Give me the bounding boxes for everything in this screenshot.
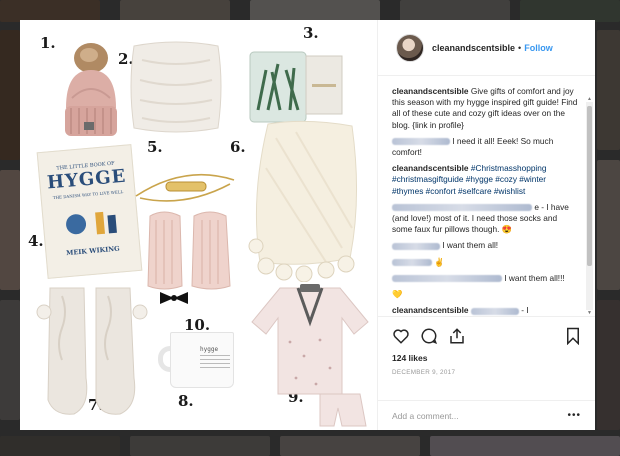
- comment-author[interactable]: cleanandscentsible: [392, 86, 469, 96]
- item-number-5: 5.: [147, 138, 163, 156]
- username-link[interactable]: cleanandscentsible: [432, 43, 515, 53]
- item-number-10: 10.: [184, 316, 211, 334]
- comment-icon[interactable]: [420, 327, 438, 345]
- action-icons: [392, 325, 581, 347]
- separator-dot: •: [518, 42, 522, 53]
- scrollbar-thumb[interactable]: [587, 106, 592, 266]
- pajama-set: [251, 284, 369, 427]
- post-details-panel: cleanandscentsible • Follow cleanandscen…: [377, 20, 595, 430]
- comment: 💛: [392, 289, 579, 300]
- comment-text: - I: [521, 305, 529, 316]
- post-actions: 124 likes DECEMBER 9, 2017: [378, 316, 595, 400]
- add-comment-input[interactable]: Add a comment...: [392, 411, 567, 421]
- redacted-username: [392, 275, 502, 283]
- comment: I need it all! Eeek! So much comfort!: [392, 136, 579, 158]
- post-modal: 1. 2. 3. 4. THE LITTLE BOOK OF HYGGE THE…: [20, 20, 595, 430]
- scroll-up-icon[interactable]: ▲: [586, 96, 593, 102]
- cable-knit-socks: [36, 287, 148, 415]
- post-header: cleanandscentsible • Follow: [378, 20, 595, 76]
- comment: e - I have (and love!) most of it. I nee…: [392, 202, 579, 236]
- comment: cleanandscentsible #Christmasshopping #c…: [392, 163, 579, 197]
- thymes-candle: [249, 51, 343, 123]
- comment: ✌️: [392, 257, 579, 268]
- comment-author[interactable]: cleanandscentsible: [392, 163, 469, 173]
- book-author: MEIK WIKING: [65, 244, 121, 258]
- knit-gloves: [147, 211, 231, 304]
- more-options-button[interactable]: •••: [567, 410, 581, 421]
- redacted-username: [392, 242, 440, 250]
- faux-fur-pillow: [130, 41, 222, 133]
- item-number-6: 6.: [230, 138, 246, 156]
- likes-count[interactable]: 124 likes: [392, 353, 581, 363]
- redacted-username: [392, 204, 532, 212]
- share-icon[interactable]: [448, 327, 466, 345]
- mug-label: hygge: [200, 346, 219, 353]
- comments-scrollbar[interactable]: ▲ ▼: [586, 96, 593, 316]
- scroll-down-icon[interactable]: ▼: [586, 310, 593, 316]
- comment-text: ✌️: [434, 256, 445, 267]
- gold-bracelet: [135, 173, 235, 202]
- throw-blanket: [248, 120, 358, 282]
- follow-button[interactable]: Follow: [524, 43, 553, 53]
- comment-author[interactable]: cleanandscentsible: [392, 305, 469, 315]
- item-number-8: 8.: [178, 392, 194, 410]
- comment: I want them all!: [392, 240, 579, 251]
- post-image: 1. 2. 3. 4. THE LITTLE BOOK OF HYGGE THE…: [20, 20, 377, 430]
- caption: cleanandscentsible Give gifts of comfort…: [392, 86, 579, 131]
- bookmark-icon[interactable]: [565, 327, 581, 345]
- comment: cleanandscentsible - I: [392, 305, 579, 316]
- post-date[interactable]: DECEMBER 9, 2017: [392, 369, 581, 376]
- comment: I want them all!!!: [392, 273, 579, 284]
- comments-list[interactable]: cleanandscentsible Give gifts of comfort…: [378, 76, 595, 316]
- book-illustration: [65, 211, 117, 235]
- heart-icon[interactable]: [392, 327, 410, 345]
- item-number-4: 4.: [28, 232, 44, 250]
- item-number-1: 1.: [40, 34, 56, 52]
- hygge-book: THE LITTLE BOOK OF HYGGE THE DANISH WAY …: [36, 144, 143, 279]
- redacted-username: [392, 258, 432, 266]
- add-comment-bar: Add a comment... •••: [378, 400, 595, 430]
- comment-text: 💛: [392, 289, 403, 300]
- redacted-username: [470, 307, 519, 315]
- redacted-username: [392, 138, 450, 146]
- comment-text: I want them all!!!: [504, 272, 565, 283]
- beanie-hat: [65, 43, 117, 136]
- avatar[interactable]: [396, 33, 424, 62]
- comment-text: I want them all!: [442, 240, 499, 251]
- hygge-mug: hygge: [158, 332, 242, 390]
